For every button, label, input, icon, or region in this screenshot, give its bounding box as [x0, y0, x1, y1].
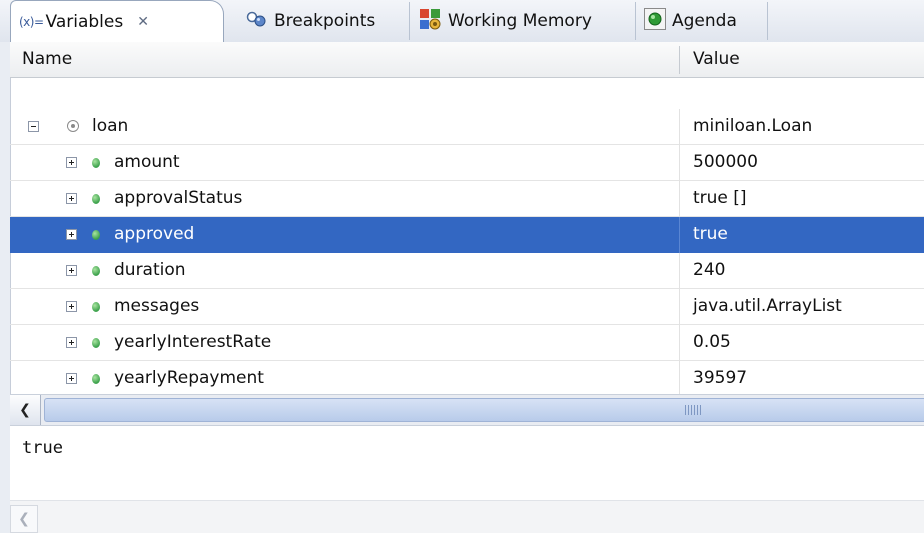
tab-label: Variables [45, 12, 124, 32]
variable-value: true [693, 224, 728, 244]
column-divider [679, 289, 680, 325]
tree-row-yearlyRepayment[interactable]: yearlyRepayment 39597 [10, 361, 924, 397]
variable-value: true [] [693, 188, 747, 208]
working-memory-icon [418, 7, 442, 36]
details-pane[interactable]: true [10, 426, 924, 500]
scrollbar-thumb[interactable] [44, 398, 924, 422]
variable-name: approvalStatus [114, 188, 243, 208]
tree-row-yearlyInterestRate[interactable]: yearlyInterestRate 0.05 [10, 325, 924, 361]
tree-row-approvalStatus[interactable]: approvalStatus true [] [10, 181, 924, 217]
variable-name: duration [114, 260, 186, 280]
column-divider[interactable] [679, 46, 680, 74]
column-header-value[interactable]: Value [693, 42, 740, 77]
field-icon [92, 158, 100, 168]
variable-value: 39597 [693, 368, 748, 388]
tab-label: Breakpoints [274, 11, 376, 31]
scroll-left-button[interactable]: ❮ [10, 505, 38, 533]
column-header-name[interactable]: Name [22, 42, 72, 77]
tab-label: Working Memory [448, 11, 592, 31]
expand-icon[interactable] [66, 301, 77, 312]
column-divider [679, 217, 680, 253]
field-icon [92, 302, 100, 312]
column-divider [679, 361, 680, 397]
variable-name: yearlyInterestRate [114, 332, 272, 352]
tree-row-loan[interactable]: loan miniloan.Loan [10, 109, 924, 145]
variable-name: messages [114, 296, 200, 316]
tab-bar: (x)= Variables ✕ Breakpoints Working Mem… [0, 0, 924, 43]
expand-icon[interactable] [66, 193, 77, 204]
field-icon [92, 338, 100, 348]
variable-value: 0.05 [693, 332, 731, 352]
expand-icon[interactable] [66, 373, 77, 384]
field-icon [92, 374, 100, 384]
column-divider [679, 181, 680, 217]
scrollbar-grip [685, 405, 701, 415]
column-divider [679, 325, 680, 361]
variables-icon: (x)= [19, 15, 44, 29]
tab-working-memory[interactable]: Working Memory [410, 2, 636, 40]
variable-value: 500000 [693, 152, 758, 172]
collapse-icon[interactable] [28, 121, 39, 132]
variable-value: 240 [693, 260, 726, 280]
expand-icon[interactable] [66, 157, 77, 168]
field-icon [92, 230, 100, 240]
variable-value: java.util.ArrayList [693, 296, 842, 316]
details-horizontal-scrollbar[interactable]: ❮ [10, 500, 924, 533]
scroll-left-button[interactable]: ❮ [10, 395, 41, 425]
variable-name: amount [114, 152, 180, 172]
variable-value: miniloan.Loan [693, 116, 813, 136]
horizontal-scrollbar[interactable]: ❮ [10, 394, 924, 426]
tab-variables[interactable]: (x)= Variables ✕ [10, 0, 224, 43]
variable-name: loan [92, 116, 129, 136]
field-icon [92, 194, 100, 204]
expand-icon[interactable] [66, 265, 77, 276]
table-header: Name Value [10, 42, 924, 78]
tab-agenda[interactable]: Agenda [636, 2, 768, 40]
expand-icon[interactable] [66, 229, 77, 240]
tab-breakpoints[interactable]: Breakpoints [238, 2, 410, 40]
agenda-icon [644, 7, 666, 35]
tree-row-amount[interactable]: amount 500000 [10, 145, 924, 181]
column-divider [679, 109, 680, 145]
variable-name: yearlyRepayment [114, 368, 264, 388]
details-text: true [22, 438, 63, 458]
tab-label: Agenda [672, 11, 737, 31]
expand-icon[interactable] [66, 337, 77, 348]
column-divider [679, 145, 680, 181]
close-icon[interactable]: ✕ [137, 14, 149, 30]
variable-name: approved [114, 224, 195, 244]
tree-row-approved[interactable]: approved true [10, 217, 924, 253]
breakpoints-icon [246, 11, 268, 32]
tree-row-messages[interactable]: messages java.util.ArrayList [10, 289, 924, 325]
field-icon [92, 266, 100, 276]
tree-row-duration[interactable]: duration 240 [10, 253, 924, 289]
object-icon [67, 120, 79, 132]
column-divider [679, 253, 680, 289]
variables-view: (x)= Variables ✕ Breakpoints Working Mem… [0, 0, 924, 533]
